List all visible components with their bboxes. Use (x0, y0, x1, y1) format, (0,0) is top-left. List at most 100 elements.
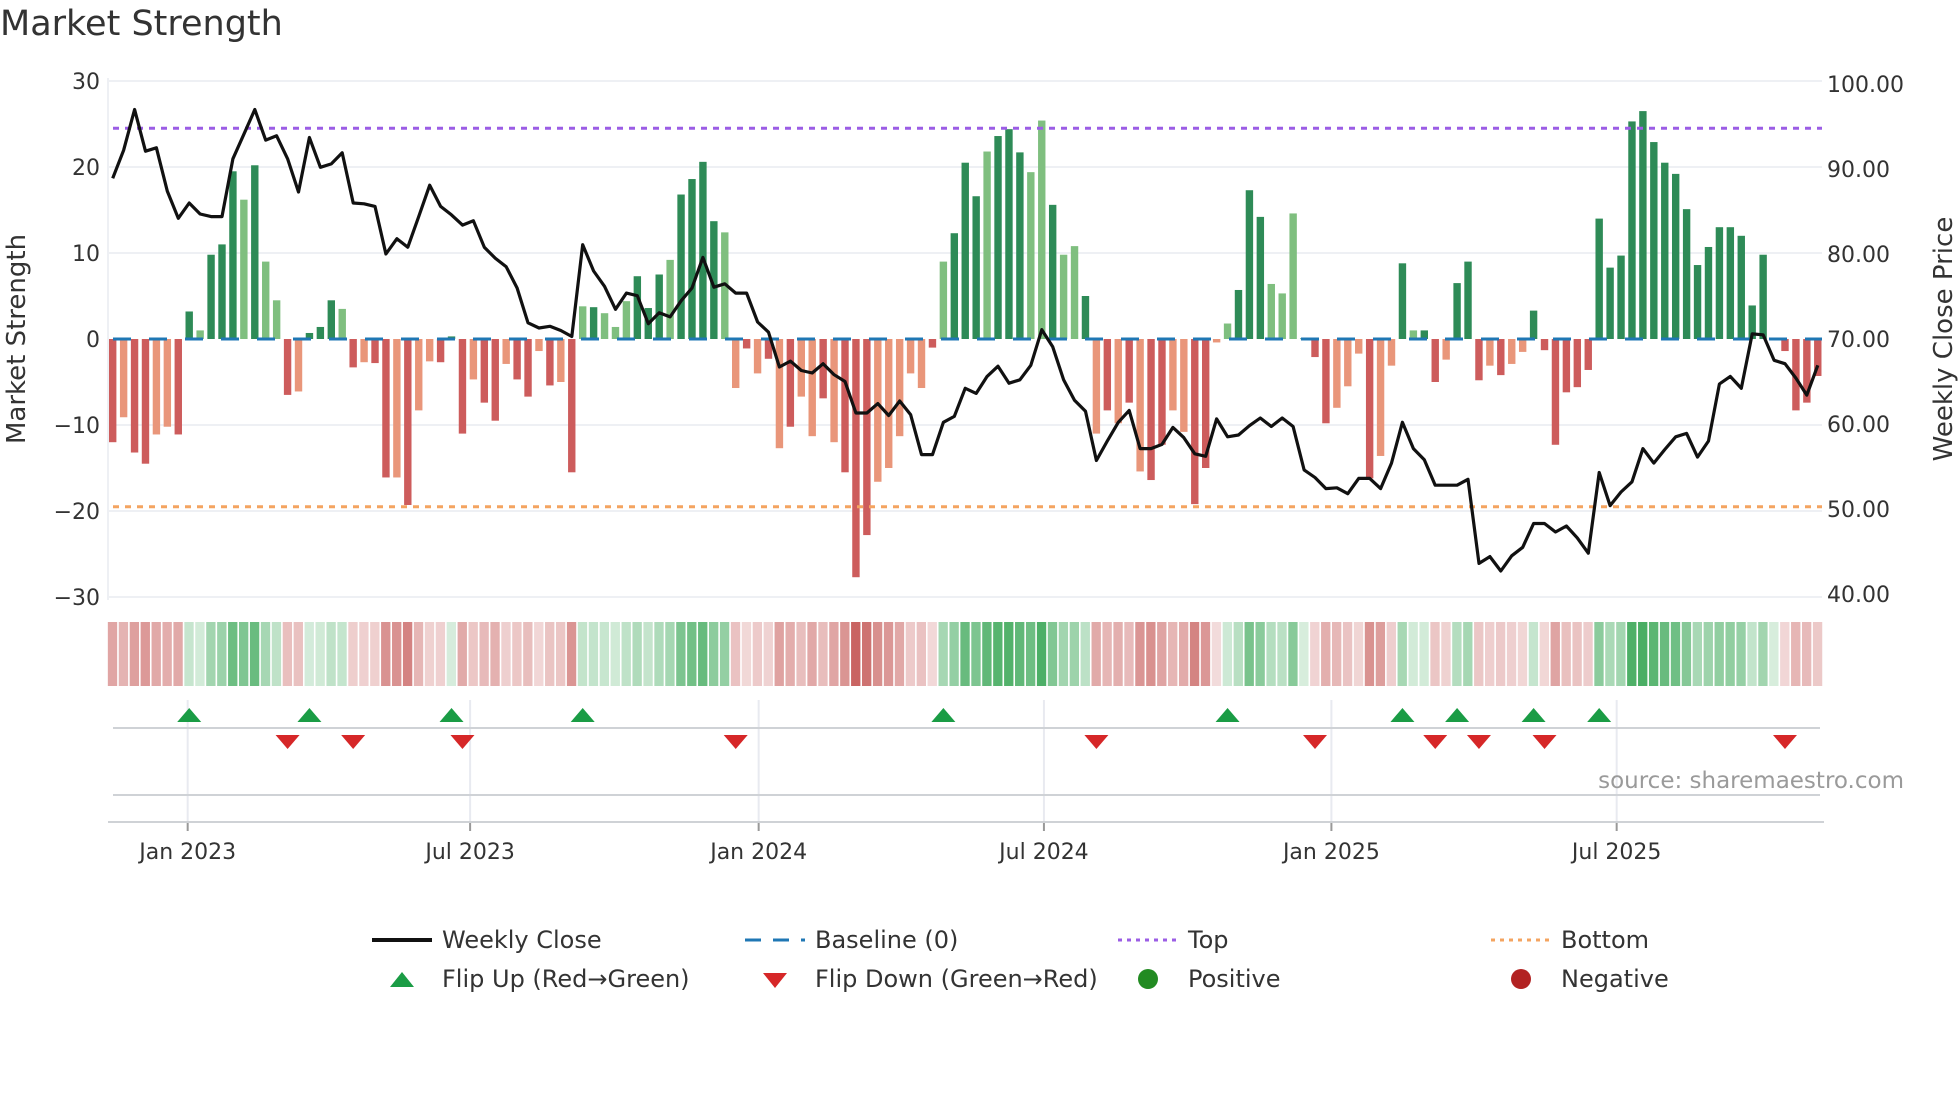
strength-strip-cell (1047, 622, 1058, 686)
negative-strength-bar (1322, 339, 1330, 424)
negative-strength-bar (1311, 339, 1319, 358)
strength-strip-cell (1364, 622, 1375, 686)
flip-down-marker (1772, 735, 1797, 749)
strength-strip-cell (1747, 622, 1757, 686)
negative-strength-bar (546, 339, 554, 386)
negative-strength-bar (1387, 339, 1396, 366)
negative-strength-bar (1103, 339, 1112, 411)
strength-strip-cell (151, 622, 161, 686)
positive-strength-bar (961, 162, 969, 339)
positive-strength-bar (633, 276, 642, 339)
positive-strength-bar (1606, 267, 1614, 339)
negative-strength-bar (1333, 339, 1341, 408)
negative-strength-bar (808, 339, 816, 437)
flip-down-marker (275, 735, 300, 749)
positive-strength-bar (972, 196, 980, 339)
positive-strength-bar (1682, 209, 1691, 339)
strength-strip-cell (730, 622, 741, 686)
negative-strength-bar (742, 339, 751, 349)
positive-strength-bar (1048, 204, 1057, 339)
flip-down-marker (1466, 735, 1491, 749)
y2-tick-label: 60.00 (1827, 413, 1890, 438)
strength-strip-cell (1605, 622, 1615, 686)
strength-strip-cell (1146, 622, 1156, 686)
strength-strip-cell (1583, 622, 1593, 686)
strength-strip-cell (1648, 622, 1659, 686)
positive-strength-bar (983, 151, 991, 339)
negative-strength-bar (513, 339, 521, 380)
negative-strength-bar (130, 339, 139, 453)
negative-strength-bar (119, 339, 128, 418)
strength-strip-cell (501, 622, 511, 686)
negative-strength-bar (141, 339, 150, 464)
flip-down-marker (1423, 735, 1448, 749)
y-tick-label: −20 (54, 500, 100, 525)
strength-strip-cell (883, 622, 894, 686)
negative-strength-bar (152, 339, 161, 435)
y-tick-label: −10 (54, 414, 100, 439)
positive-strength-bar (229, 171, 237, 339)
strength-strip-cell (1299, 622, 1309, 686)
strength-strip-cell (1769, 622, 1779, 686)
strength-strip-cell (971, 622, 981, 686)
strength-strip-cell (1791, 622, 1801, 686)
strength-strip-cell (1386, 622, 1396, 686)
strength-strip-cell (1036, 622, 1047, 686)
strength-strip-cell (872, 622, 883, 686)
strength-strip-cell (195, 622, 205, 686)
strength-strip-cell (1780, 622, 1790, 686)
strength-strip-cell (1463, 622, 1473, 686)
negative-strength-bar (830, 339, 838, 443)
positive-strength-bar (1005, 129, 1013, 339)
strength-strip-cell (763, 622, 773, 686)
strength-strip-cell (173, 622, 183, 686)
negative-strength-bar (1486, 339, 1494, 366)
positive-strength-bar (185, 311, 193, 339)
strength-strip-cell (1310, 622, 1320, 686)
negative-strength-bar (294, 339, 303, 392)
strength-strip-cell (840, 622, 850, 686)
strength-strip-cell (1659, 622, 1670, 686)
strength-strip-cell (479, 622, 489, 686)
positive-strength-bar (1278, 293, 1286, 339)
strength-strip-cell (632, 622, 642, 686)
negative-strength-bar (1781, 339, 1789, 352)
strength-strip-cell (315, 622, 325, 686)
strength-strip-cell (1485, 622, 1495, 686)
negative-strength-bar (786, 339, 795, 427)
positive-strength-bar (218, 244, 226, 339)
negative-strength-bar (1508, 339, 1516, 364)
positive-strength-bar (1245, 190, 1254, 339)
positive-strength-bar (611, 326, 620, 339)
negative-strength-bar (404, 339, 412, 505)
strength-strip-cell (1506, 622, 1517, 686)
strength-strip-cell (1812, 622, 1823, 686)
positive-strength-bar (677, 194, 685, 339)
strength-strip-cell (829, 622, 839, 686)
strength-strip-cell (1113, 622, 1123, 686)
strength-strip-cell (1681, 622, 1692, 686)
positive-strength-bar (1081, 296, 1090, 339)
strength-strip-cell (698, 622, 708, 686)
negative-strength-bar (1518, 339, 1527, 352)
strength-strip-cell (1222, 622, 1233, 686)
x-tick-label: Jul 2023 (423, 840, 515, 865)
strength-strip-cell (1670, 622, 1681, 686)
negative-strength-bar (885, 339, 893, 468)
positive-strength-bar (1070, 246, 1079, 339)
strength-strip-cell (1419, 622, 1429, 686)
strength-strip-cell (1703, 622, 1713, 686)
strength-strip-cell (512, 622, 522, 686)
flip-up-marker (931, 708, 956, 722)
strength-strip-cell (1801, 622, 1812, 686)
positive-strength-bar (1016, 152, 1024, 339)
strength-strip-cell (665, 622, 675, 686)
negative-strength-bar (928, 339, 937, 348)
strength-strip-cell (468, 622, 478, 686)
strength-strip-cell (249, 622, 260, 686)
strength-strip-cell (1441, 622, 1451, 686)
strength-strip-cell (348, 622, 358, 686)
y2-tick-label: 100.00 (1827, 73, 1904, 98)
negative-strength-bar (535, 339, 543, 352)
negative-strength-bar (1573, 339, 1582, 388)
